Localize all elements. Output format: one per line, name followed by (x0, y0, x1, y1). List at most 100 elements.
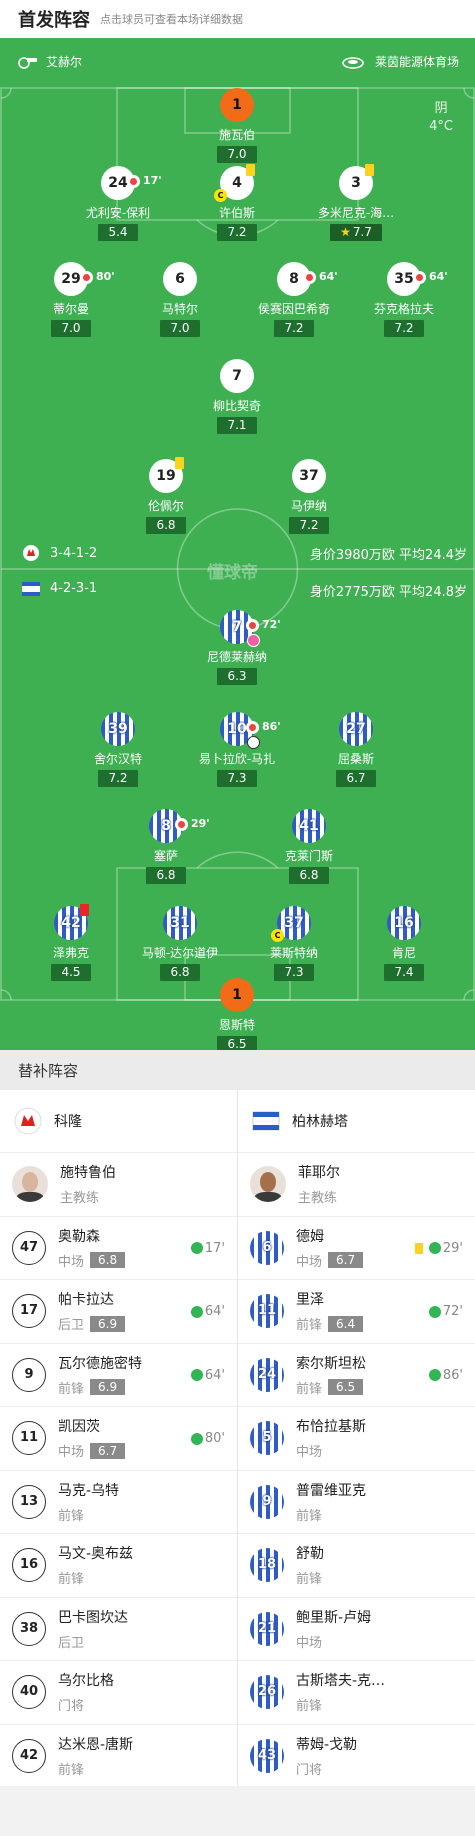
home-player[interactable]: 19 伦佩尔 6.8 (111, 457, 221, 534)
away-player-gk[interactable]: 1 恩斯特 6.5 (182, 978, 292, 1050)
home-subs-team[interactable]: 科隆 (0, 1090, 237, 1153)
sub-on-icon (428, 1242, 441, 1254)
sub-on-time: 86' (428, 1368, 463, 1383)
sub-player-name: 蒂姆-戈勒 (296, 1736, 358, 1753)
sub-player-position: 前锋 (296, 1572, 323, 1588)
jersey-icon: 7 (220, 359, 254, 393)
sub-player-name: 瓦尔德施密特 (58, 1355, 142, 1372)
sub-player-row[interactable]: 40 乌尔比格 门将 (0, 1661, 237, 1725)
home-player[interactable]: 7 柳比契奇 7.1 (182, 359, 292, 434)
sub-player-row[interactable]: 17 帕卡拉达 后卫 6.9 64' (0, 1280, 237, 1344)
sub-player-row[interactable]: 38 巴卡图坎达 后卫 (0, 1598, 237, 1661)
sub-player-name: 马克-乌特 (58, 1482, 120, 1499)
rating-badge: 6.7 (336, 770, 376, 787)
red-card-icon (80, 904, 89, 916)
watermark: 懂球帝 (207, 563, 258, 583)
sub-player-row[interactable]: 43 蒂姆-戈勒 门将 (238, 1725, 475, 1788)
rating-badge: 6.8 (146, 867, 186, 884)
jersey-icon: 1 (220, 88, 254, 122)
sub-player-position: 中场 (58, 1254, 85, 1270)
jersey-icon: 42 (54, 904, 89, 940)
rating-badge: 5.4 (98, 224, 138, 241)
sub-player-position: 门将 (58, 1699, 85, 1715)
star-icon: ★ (340, 225, 351, 239)
away-player[interactable]: 42 泽弗克 4.5 (16, 904, 126, 981)
sub-player-row[interactable]: 42 达米恩-唐斯 前锋 (0, 1725, 237, 1788)
rating-badge: 6.7 (328, 1252, 364, 1269)
home-coach[interactable]: 施特鲁伯 主教练 (0, 1153, 237, 1217)
avatar (12, 1166, 48, 1203)
home-player-gk[interactable]: 1 施瓦伯 7.0 (182, 88, 292, 163)
jersey-icon: 41 (292, 809, 326, 843)
sub-player-row[interactable]: 47 奥勒森 中场 6.8 17' (0, 1217, 237, 1280)
away-player[interactable]: 31 马顿-达尔道伊 6.8 (125, 906, 235, 981)
sub-on-icon (428, 1369, 441, 1381)
weather-temp: 4°C (429, 119, 453, 134)
away-player[interactable]: 7 72' 尼德莱赫纳 6.3 (182, 610, 292, 685)
away-player[interactable]: 37 C 莱斯特纳 7.3 (239, 906, 349, 981)
away-player[interactable]: 41 克莱门斯 6.8 (254, 809, 364, 884)
sub-player-row[interactable]: 21 鲍里斯-卢姆 中场 (238, 1598, 475, 1661)
sub-player-position: 后卫 (58, 1635, 85, 1651)
sub-player-row[interactable]: 11 里泽 前锋 6.4 72' (238, 1280, 475, 1344)
sub-off-icon: 64' (413, 260, 448, 294)
rating-badge: 6.9 (90, 1315, 126, 1332)
away-player[interactable]: 8 29' 塞萨 6.8 (111, 809, 221, 884)
home-player[interactable]: 24 17' 尤利安-保利 5.4 (63, 166, 173, 241)
sub-player-position: 中场 (296, 1445, 323, 1461)
goal-ball-icon (247, 634, 260, 647)
away-formation-row: 4-2-3-1 (22, 581, 97, 596)
jersey-number: 38 (12, 1611, 46, 1646)
home-player[interactable]: 4 C 许伯斯 7.2 (182, 164, 292, 241)
home-player[interactable]: 3 多米尼克-海… ★ 7.7 (301, 164, 411, 241)
sub-player-row[interactable]: 13 马克-乌特 前锋 (0, 1471, 237, 1534)
sub-player-name: 马文-奥布兹 (58, 1546, 134, 1563)
sub-on-time: 64' (190, 1304, 225, 1319)
rating-badge: 7.4 (384, 964, 424, 981)
jersey-icon: 4 C (214, 164, 255, 202)
home-player[interactable]: 37 马伊纳 7.2 (254, 459, 364, 534)
sub-player-row[interactable]: 6 德姆 中场 6.7 29' (238, 1217, 475, 1280)
sub-player-row[interactable]: 11 凯因茨 中场 6.7 80' (0, 1407, 237, 1471)
jersey-icon: 3 (339, 164, 374, 200)
home-formation-row: 3-4-1-2 (22, 544, 97, 562)
bottom-padding (0, 1786, 475, 1836)
rating-badge: 6.7 (90, 1442, 126, 1459)
jersey-icon: 8 29' (149, 809, 210, 843)
sub-on-time: 72' (428, 1304, 463, 1319)
away-subs-column: 柏林赫塔 菲耶尔 主教练 6 德姆 中场 6.7 29' 11 里泽 前锋 6.4 72' 24 索尔… (238, 1090, 475, 1788)
sub-player-row[interactable]: 16 马文-奥布兹 前锋 (0, 1534, 237, 1598)
sub-player-position: 前锋 (296, 1381, 323, 1397)
yellow-card-icon (414, 1242, 423, 1254)
sub-player-row[interactable]: 24 索尔斯坦松 前锋 6.5 86' (238, 1344, 475, 1407)
home-formation: 3-4-1-2 (50, 545, 98, 561)
sub-off-icon: 17' (127, 164, 162, 198)
sub-player-row[interactable]: 5 布恰拉基斯 中场 (238, 1407, 475, 1471)
rating-badge: 7.0 (51, 320, 91, 337)
jersey-number: 16 (12, 1548, 46, 1583)
away-player[interactable]: 39 舍尔汉特 7.2 (63, 712, 173, 787)
jersey-icon: 29 80' (54, 262, 115, 296)
away-coach[interactable]: 菲耶尔 主教练 (238, 1153, 475, 1217)
sub-player-row[interactable]: 18 舒勒 前锋 (238, 1534, 475, 1598)
jersey-icon: 6 (163, 262, 197, 296)
sub-player-row[interactable]: 9 普雷维亚克 前锋 (238, 1471, 475, 1534)
sub-player-row[interactable]: 26 古斯塔夫-克… 前锋 (238, 1661, 475, 1725)
away-player[interactable]: 16 肯尼 7.4 (349, 906, 459, 981)
sub-player-row[interactable]: 9 瓦尔德施密特 前锋 6.9 64' (0, 1344, 237, 1407)
home-player[interactable]: 35 64' 芬克格拉夫 7.2 (349, 262, 459, 337)
home-player[interactable]: 6 马特尔 7.0 (125, 262, 235, 337)
home-player[interactable]: 8 64' 侯赛因巴希奇 7.2 (239, 262, 349, 337)
sub-player-position: 门将 (296, 1762, 323, 1778)
home-player[interactable]: 29 80' 蒂尔曼 7.0 (16, 262, 126, 337)
away-player[interactable]: 27 屈桑斯 6.7 (301, 712, 411, 787)
jersey-icon: 37 (292, 459, 326, 493)
rating-badge: 6.5 (217, 1036, 257, 1050)
sub-player-name: 里泽 (296, 1292, 324, 1309)
away-subs-team[interactable]: 柏林赫塔 (238, 1090, 475, 1153)
stadium-icon (342, 56, 364, 69)
away-player[interactable]: 10 86' 易卜拉欣-马扎 7.3 (182, 712, 292, 787)
jersey-icon: 31 (163, 906, 197, 940)
sub-player-name: 乌尔比格 (58, 1673, 114, 1690)
weather-condition: 阴 (434, 101, 448, 116)
